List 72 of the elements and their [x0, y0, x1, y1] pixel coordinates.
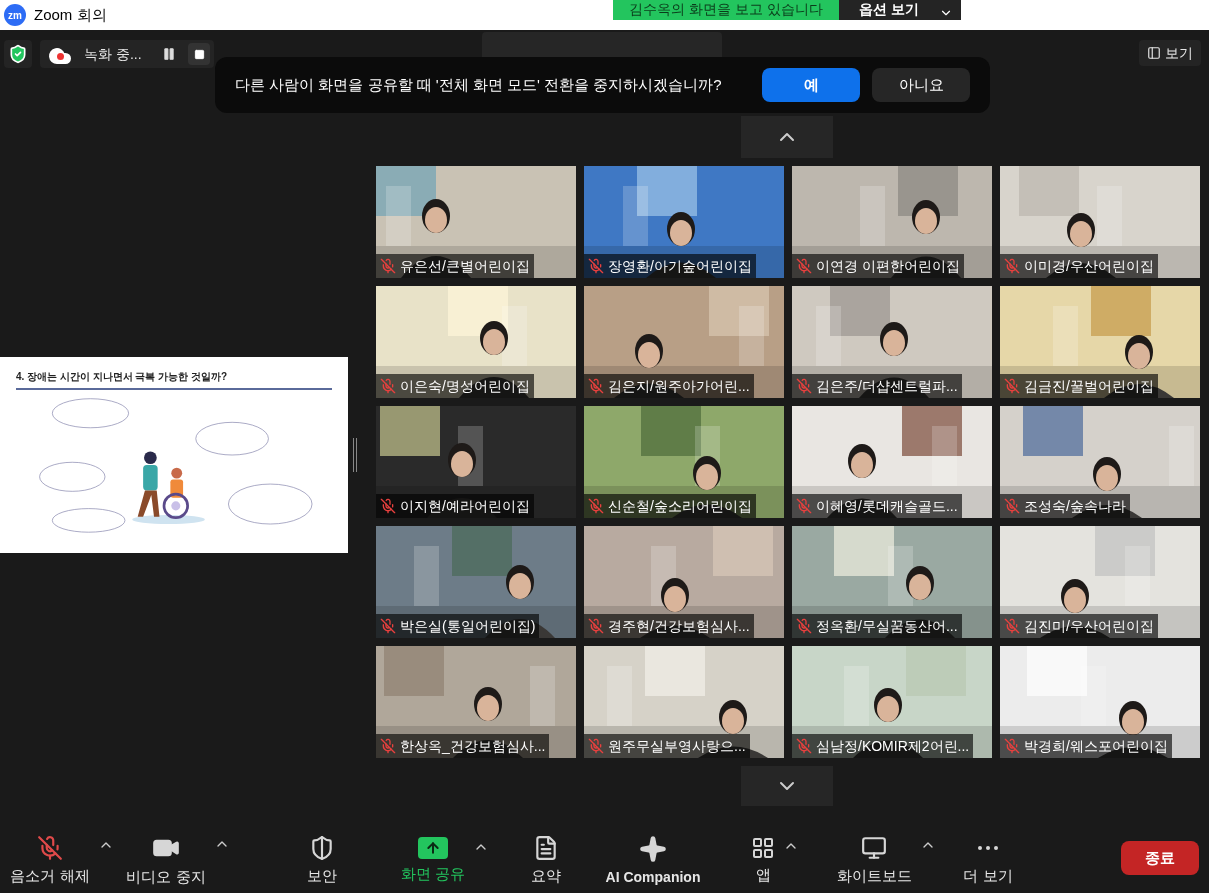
video-tile[interactable]: 이연경 이편한어린이집 [792, 166, 992, 278]
video-tile[interactable]: 김은주/더샵센트럴파... [792, 286, 992, 398]
participant-name: 원주무실부영사랑으... [608, 736, 746, 756]
participant-name: 박경희/웨스포어린이집 [1024, 736, 1168, 756]
slide-title: 4. 장애는 시간이 지나면서 극복 가능한 것일까? [16, 369, 229, 384]
video-tile[interactable]: 유은선/큰별어린이집 [376, 166, 576, 278]
participant-name: 장영환/아기숲어린이집 [608, 256, 752, 276]
toolbar-button[interactable]: 화이트보드 [832, 834, 916, 888]
toolbar-button[interactable]: 비디오 중지 [122, 833, 210, 889]
whiteboard-icon [861, 834, 887, 861]
video-tile[interactable]: 신순철/숲소리어린이집 [584, 406, 784, 518]
toolbar-button[interactable]: AI Companion [601, 834, 705, 888]
participant-name: 신순철/숲소리어린이집 [608, 496, 752, 516]
more-icon [978, 845, 998, 850]
toolbar-button[interactable]: 앱 [747, 835, 779, 887]
participant-name: 김은주/더샵센트럴파... [816, 376, 958, 396]
shield-icon [309, 834, 335, 861]
participant-name: 김은지/원주아가어린... [608, 376, 750, 396]
participant-name: 유은선/큰별어린이집 [400, 256, 530, 276]
pause-icon[interactable] [162, 47, 176, 61]
participant-name: 이연경 이편한어린이집 [816, 256, 960, 276]
video-tile[interactable]: 김은지/원주아가어린... [584, 286, 784, 398]
toolbar-button[interactable]: 더 보기 [959, 834, 1017, 888]
participant-name: 심남정/KOMIR제2어린... [816, 736, 970, 756]
dialog-button[interactable]: 예 [762, 68, 860, 102]
participant-name: 김금진/꿀벌어린이집 [1024, 376, 1154, 396]
app-logo: zm [4, 4, 26, 26]
participant-name: 조성숙/숲속나라 [1024, 496, 1126, 516]
security-shield-icon [4, 40, 32, 68]
participant-name: 김진미/우산어린이집 [1024, 616, 1154, 636]
video-tile[interactable]: 경주현/건강보험심사... [584, 526, 784, 638]
video-tile[interactable]: 김금진/꿀벌어린이집 [1000, 286, 1200, 398]
stop-icon[interactable] [188, 43, 210, 65]
participant-name: 이미경/우산어린이집 [1024, 256, 1154, 276]
view-options-button[interactable]: 옵션 보기 [838, 0, 961, 20]
view-button[interactable]: 보기 [1139, 40, 1201, 66]
apps-icon [751, 835, 775, 860]
window-title: Zoom 회의 [34, 4, 107, 25]
share-banner: 김수옥의 화면을 보고 있습니다 [613, 0, 839, 20]
participant-name: 이은숙/명성어린이집 [400, 376, 530, 396]
participant-name: 한상옥_건강보험심사... [400, 736, 546, 756]
video-tile[interactable]: 정옥환/무실꿈동산어... [792, 526, 992, 638]
participant-name: 경주현/건강보험심사... [608, 616, 750, 636]
participant-name: 이지현/예라어린이집 [400, 496, 530, 516]
participant-name: 이혜영/롯데캐슬골드... [816, 496, 958, 516]
video-tile[interactable]: 장영환/아기숲어린이집 [584, 166, 784, 278]
recording-status: 녹화 중... [84, 44, 143, 64]
dialog-message: 다른 사람이 화면을 공유할 때 '전체 화면 모드' 전환을 중지하시겠습니까? [235, 74, 723, 95]
participant-name: 정옥환/무실꿈동산어... [816, 616, 958, 636]
participant-name: 박은실(통일어린이집) [400, 616, 536, 636]
video-tile[interactable]: 박은실(통일어린이집) [376, 526, 576, 638]
video-tile[interactable]: 박경희/웨스포어린이집 [1000, 646, 1200, 758]
video-tile[interactable]: 이혜영/롯데캐슬골드... [792, 406, 992, 518]
mic-off-icon [37, 834, 63, 861]
sparkle-icon [639, 834, 667, 863]
video-tile[interactable]: 한상옥_건강보험심사... [376, 646, 576, 758]
end-meeting-button[interactable]: 종료 [1121, 841, 1199, 875]
toolbar-button[interactable]: 화면 공유 [396, 836, 470, 886]
dialog-button[interactable]: 아니요 [872, 68, 970, 102]
layout-icon [1147, 46, 1161, 60]
toolbar-button[interactable]: 음소거 해제 [6, 834, 94, 888]
document-icon [533, 834, 559, 861]
video-tile[interactable]: 심남정/KOMIR제2어린... [792, 646, 992, 758]
toolbar-button[interactable]: 요약 [527, 834, 565, 888]
video-tile[interactable]: 이지현/예라어린이집 [376, 406, 576, 518]
video-tile[interactable]: 조성숙/숲속나라 [1000, 406, 1200, 518]
toolbar-button[interactable]: 보안 [303, 834, 341, 888]
video-tile[interactable]: 이은숙/명성어린이집 [376, 286, 576, 398]
video-tile[interactable]: 김진미/우산어린이집 [1000, 526, 1200, 638]
video-tile[interactable]: 이미경/우산어린이집 [1000, 166, 1200, 278]
video-tile[interactable]: 원주무실부영사랑으... [584, 646, 784, 758]
resize-handle[interactable] [353, 437, 357, 472]
